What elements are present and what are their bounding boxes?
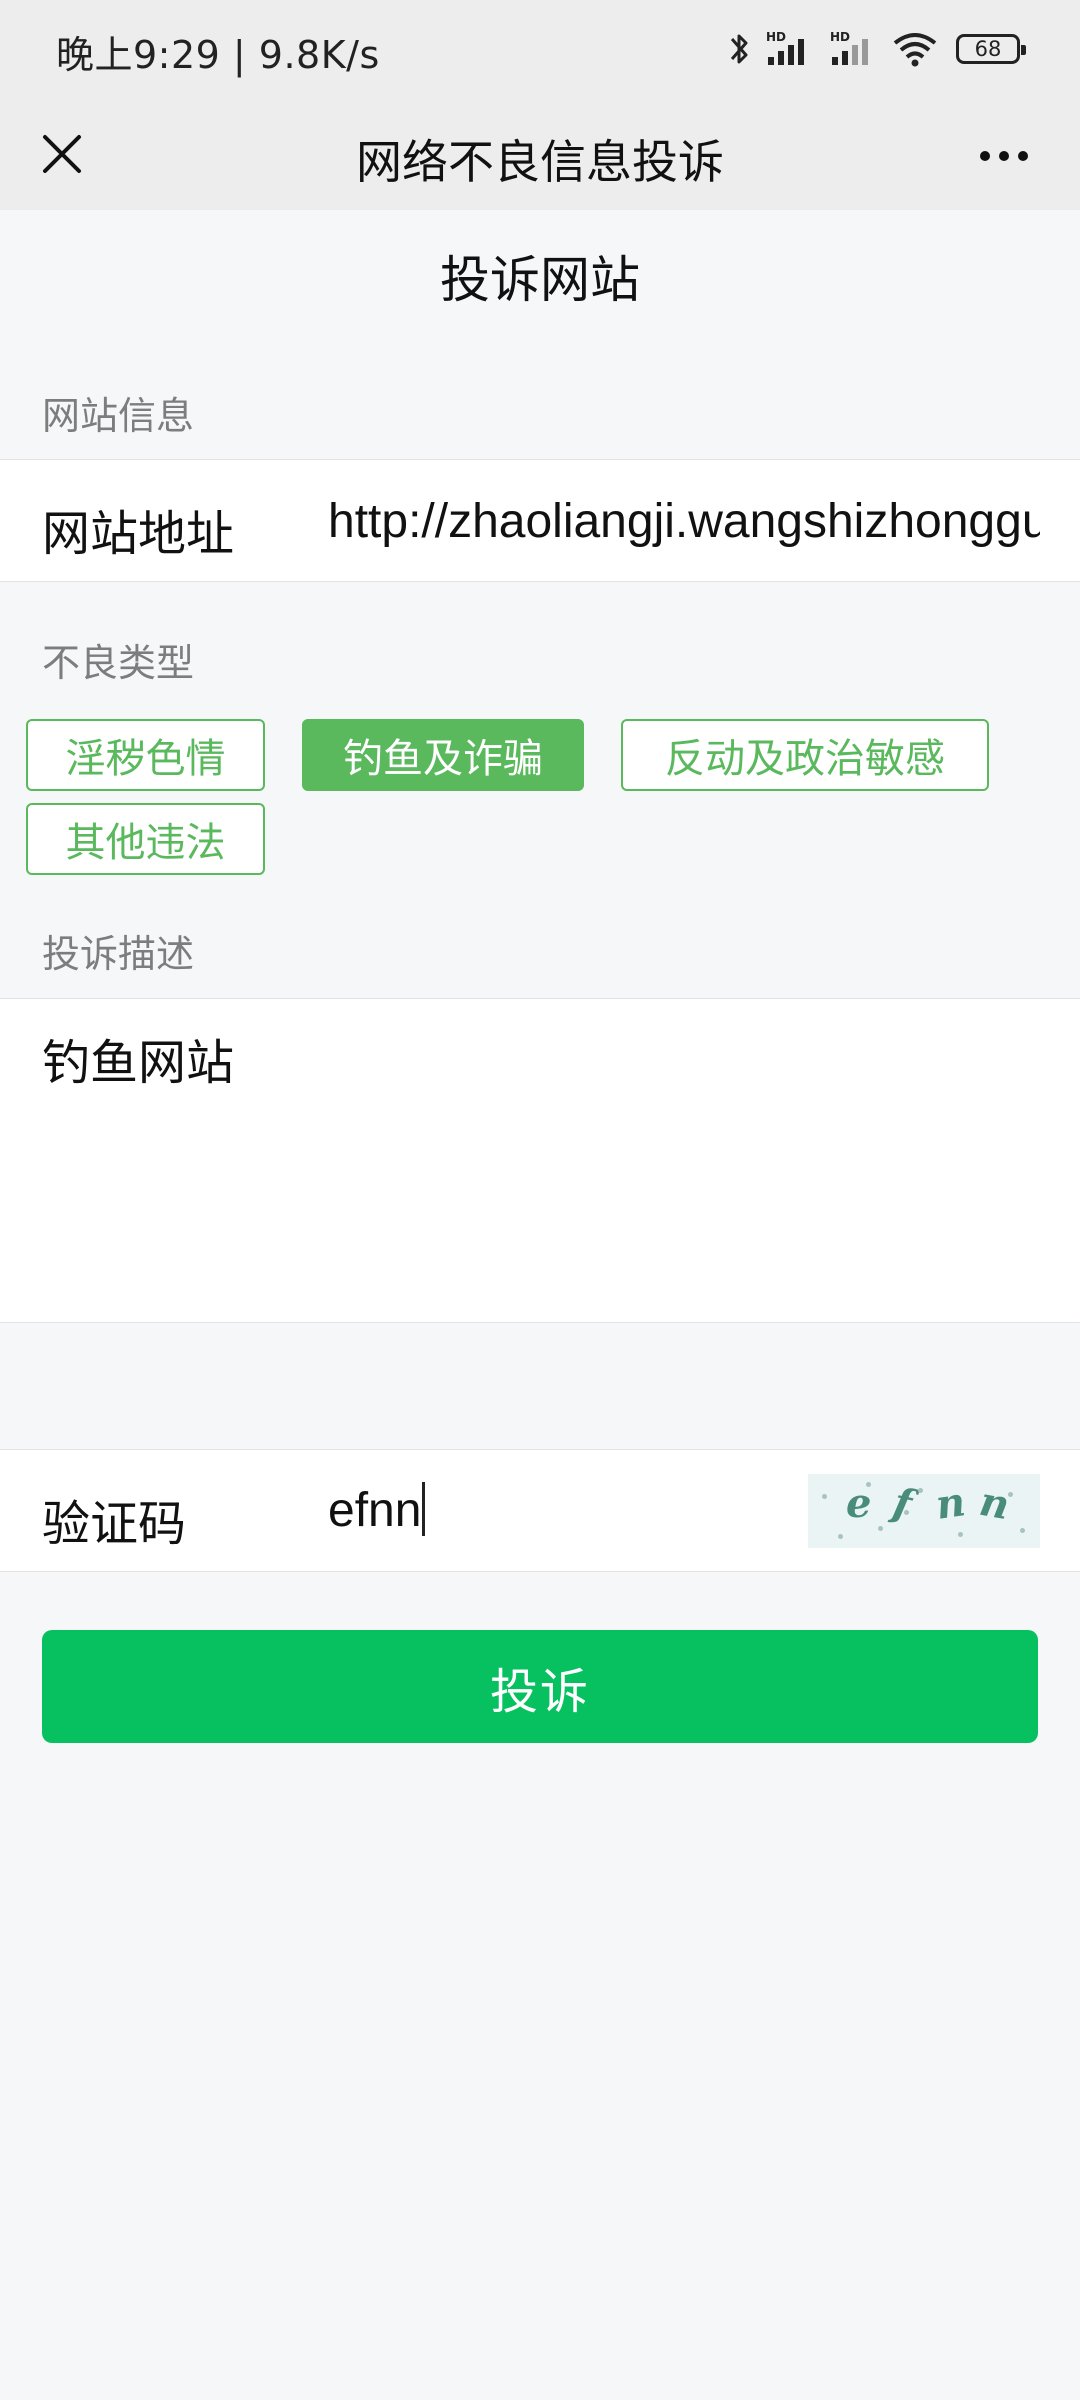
site-info-section-label: 网站信息 <box>42 394 195 438</box>
page-title: 投诉网站 <box>440 251 640 309</box>
tag-other-illegal[interactable]: 其他违法 <box>26 803 265 875</box>
captcha-row: 验证码 efnn e f n n <box>0 1449 1080 1572</box>
wifi-icon <box>893 33 937 67</box>
url-field[interactable]: http://zhaoliangji.wangshizhongguo.com <box>328 494 1040 549</box>
tag-porn[interactable]: 淫秽色情 <box>26 719 265 791</box>
svg-text:HD: HD <box>766 30 786 44</box>
status-time: 晚上9:29 | 9.8K/s <box>56 33 380 77</box>
bluetooth-icon <box>730 34 748 64</box>
more-icon <box>980 151 990 161</box>
title-bar: 网络不良信息投诉 <box>0 98 1080 210</box>
captcha-input[interactable]: efnn <box>328 1482 426 1538</box>
bad-type-tags: 淫秽色情 钓鱼及诈骗 反动及政治敏感 其他违法 <box>26 717 1046 877</box>
captcha-image[interactable]: e f n n <box>808 1474 1040 1548</box>
signal-hd-icon: HD <box>766 30 804 65</box>
nav-title: 网络不良信息投诉 <box>356 135 724 189</box>
status-bar: 晚上9:29 | 9.8K/s HD HD 68 <box>0 0 1080 98</box>
description-textarea[interactable]: 钓鱼网站 <box>0 998 1080 1323</box>
tag-phishing-fraud[interactable]: 钓鱼及诈骗 <box>302 719 584 791</box>
signal-hd-icon: HD <box>830 30 868 65</box>
tag-reactionary-political[interactable]: 反动及政治敏感 <box>621 719 989 791</box>
more-button[interactable] <box>964 128 1044 184</box>
url-label: 网站地址 <box>42 506 235 562</box>
submit-complaint-button[interactable]: 投诉 <box>42 1630 1038 1743</box>
description-text: 钓鱼网站 <box>42 1035 235 1091</box>
captcha-label: 验证码 <box>42 1496 187 1552</box>
description-section-label: 投诉描述 <box>42 932 195 976</box>
bad-type-section-label: 不良类型 <box>42 641 195 685</box>
battery-icon: 68 <box>956 34 1026 64</box>
svg-text:HD: HD <box>830 30 850 44</box>
status-icons: HD HD 68 <box>728 26 1026 72</box>
text-cursor <box>422 1482 426 1536</box>
url-row[interactable]: 网站地址 http://zhaoliangji.wangshizhongguo.… <box>0 459 1080 582</box>
